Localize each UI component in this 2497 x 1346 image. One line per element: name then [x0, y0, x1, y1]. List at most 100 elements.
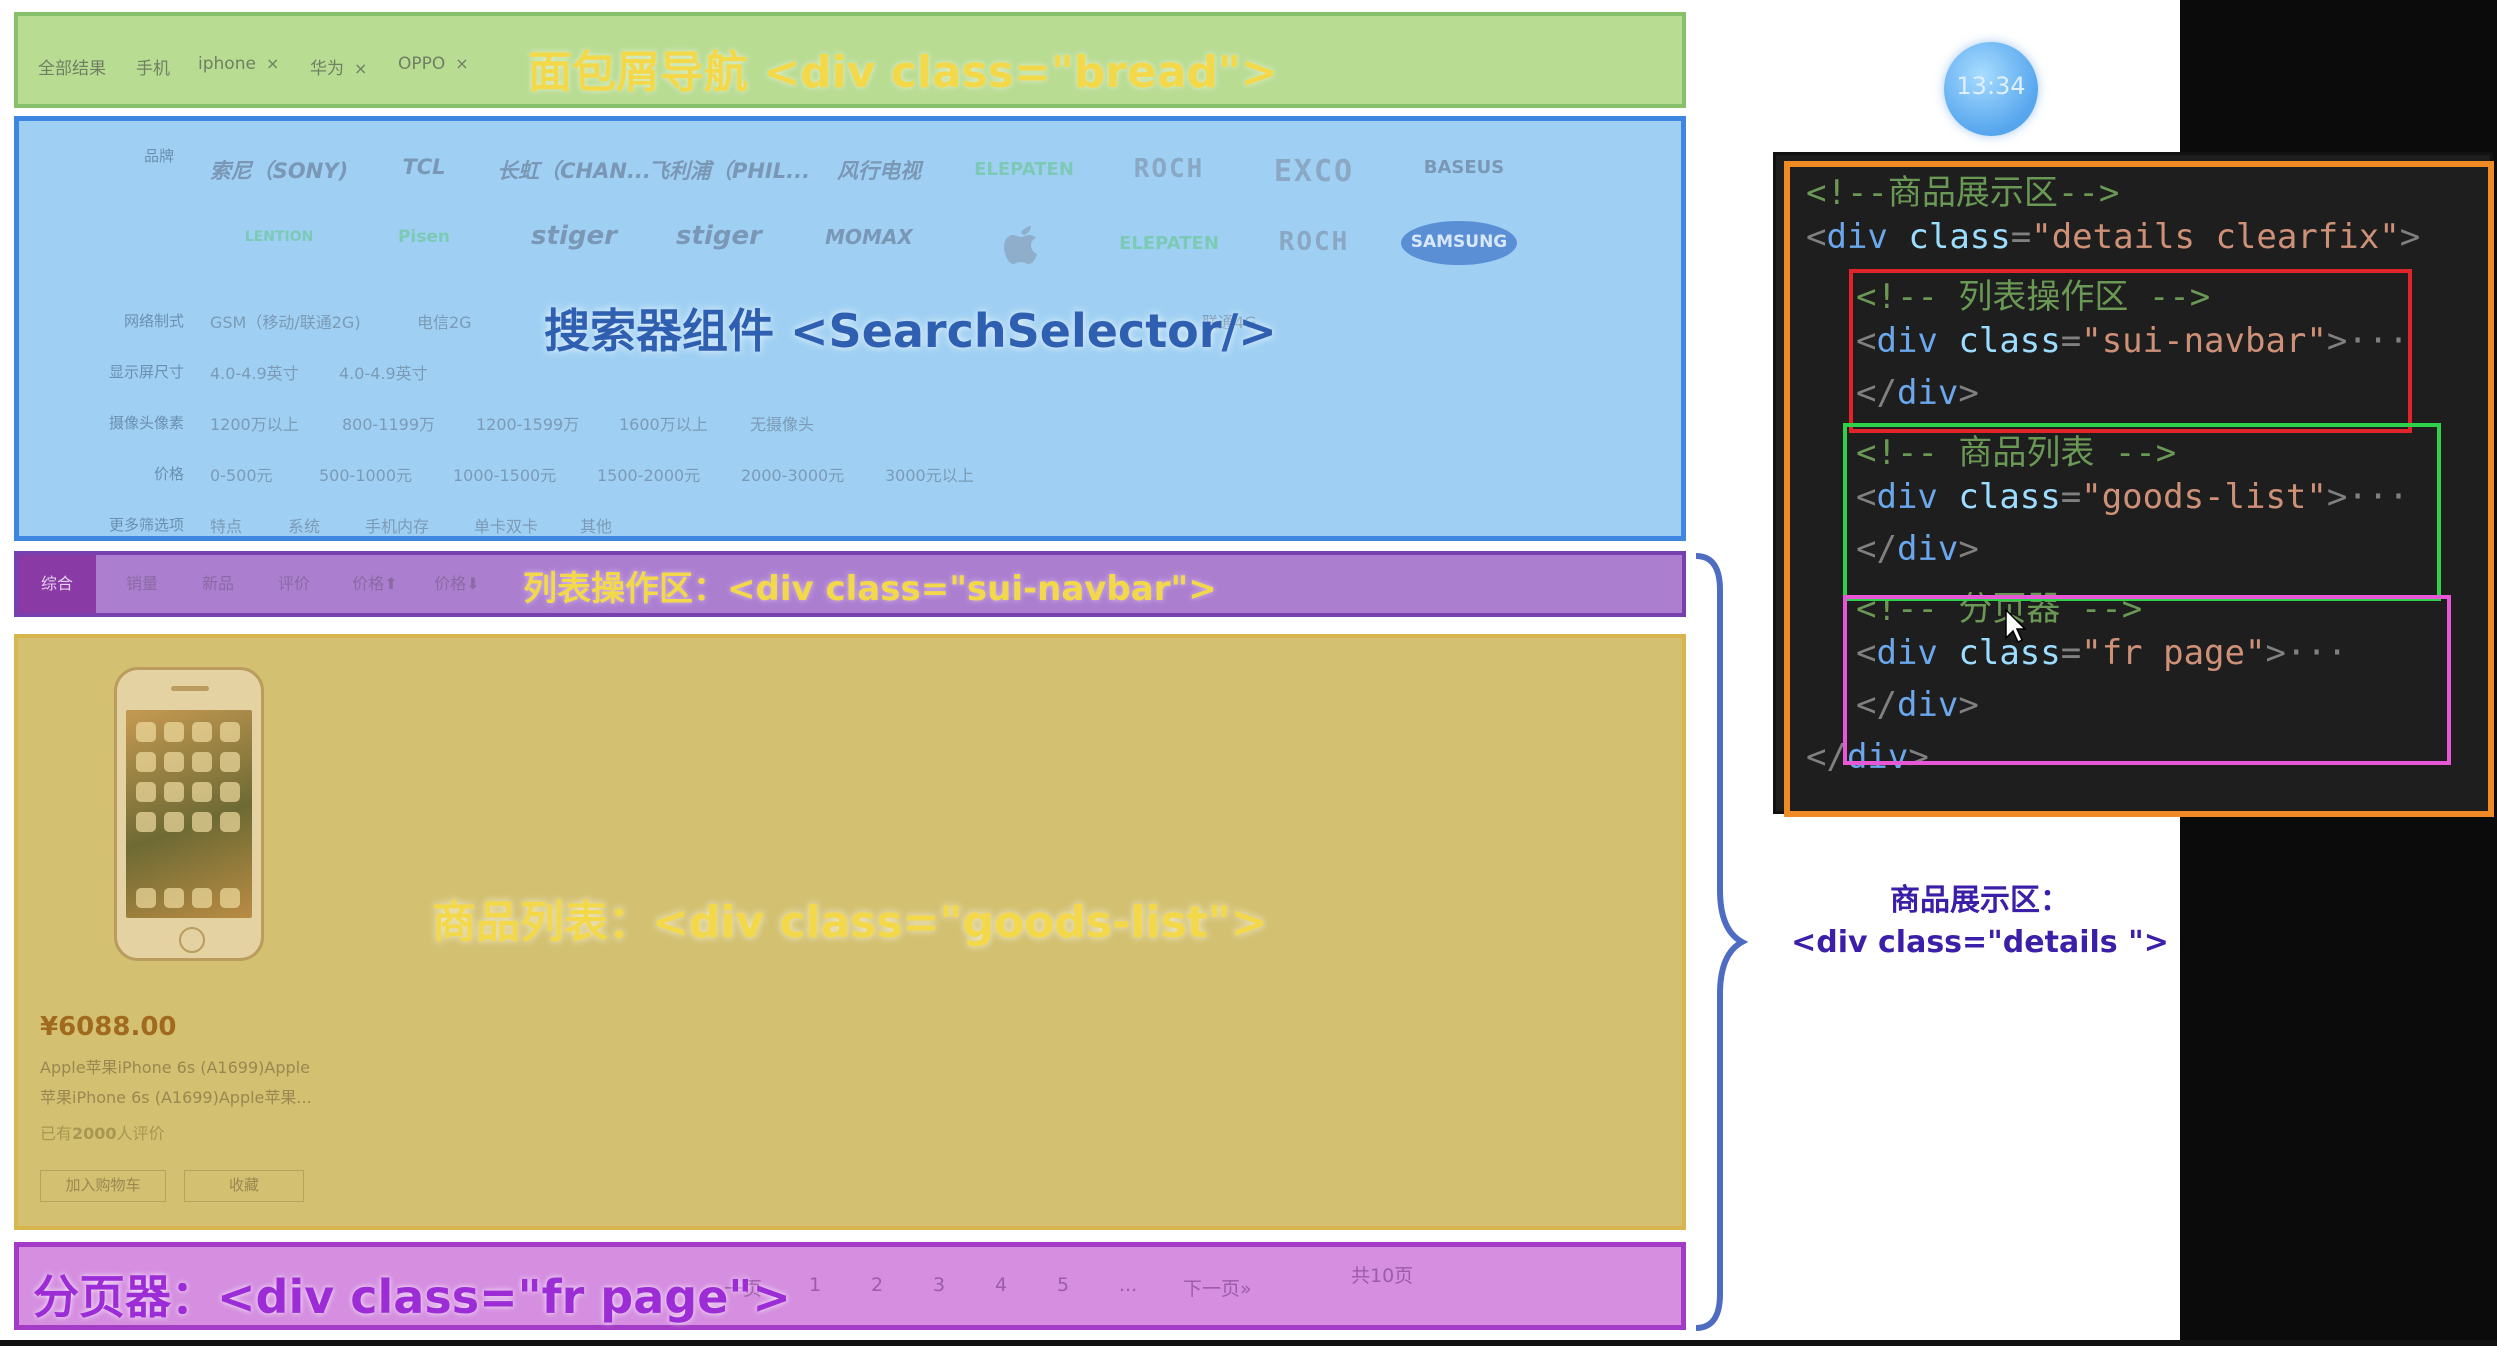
filter-option[interactable]: 特点 [210, 513, 242, 537]
code-line: <div class="details clearfix"> [1806, 217, 2420, 257]
page-button[interactable]: 1 [809, 1274, 821, 1296]
filter-option[interactable]: 1500-2000元 [597, 462, 700, 486]
brand-baseus[interactable]: BASEUS [1394, 157, 1534, 178]
brand-stiger[interactable]: stiger [649, 221, 789, 251]
code-token: > [2399, 217, 2421, 257]
product-price: ¥6088.00 [40, 1012, 177, 1042]
breadcrumb-item[interactable]: 手机 [136, 54, 170, 79]
filter-option[interactable]: 电信2G [417, 309, 472, 333]
product-title[interactable]: Apple苹果iPhone 6s (A1699)Apple 苹果iPhone 6… [40, 1053, 340, 1113]
product-image[interactable] [114, 667, 264, 961]
brand-philips[interactable]: 飞利浦（PHIL... [644, 155, 814, 185]
page-button[interactable]: 2 [871, 1274, 883, 1296]
clock-bubble: 13:34 [1944, 42, 2038, 136]
next-page-button[interactable]: 下一页» [1183, 1274, 1252, 1301]
filter-option[interactable]: 3000元以上 [885, 462, 974, 486]
brand-label: 品牌 [143, 147, 174, 165]
close-icon[interactable]: × [455, 54, 468, 73]
filter-option[interactable]: 无摄像头 [750, 411, 814, 435]
breadcrumb-item[interactable]: 全部结果 [38, 54, 106, 79]
code-token: < [1806, 217, 1827, 257]
goods-list-annotation: 商品列表：<div class="goods-list"> [432, 897, 1268, 948]
page-button[interactable]: 5 [1057, 1274, 1069, 1296]
brand-stiger[interactable]: stiger [504, 221, 644, 251]
brand-changhong[interactable]: 长虹（CHAN... [494, 155, 654, 185]
search-selector-annotation: 搜索器组件 <SearchSelector/> [544, 304, 1277, 358]
filter-label-more: 更多筛选项 [108, 516, 184, 534]
brand-sony[interactable]: 索尼（SONY) [209, 155, 349, 185]
page-button[interactable]: 4 [995, 1274, 1007, 1296]
code-token: <!--商品展示区--> [1806, 173, 2120, 213]
reviews-count: 2000 [72, 1124, 117, 1143]
phone-screen [126, 710, 252, 918]
navbar-highlight-box [1849, 269, 2412, 433]
page-button[interactable]: 3 [933, 1274, 945, 1296]
brand-exco[interactable]: EXCO [1244, 154, 1384, 189]
total-pages: 共10页 [1351, 1265, 1414, 1287]
filter-option[interactable]: 1600万以上 [619, 411, 708, 435]
filter-option[interactable]: 2000-3000元 [741, 462, 844, 486]
brand-roch[interactable]: ROCH [1099, 154, 1239, 184]
filter-option[interactable]: 4.0-4.9英寸 [210, 360, 299, 384]
filter-option[interactable]: 0-500元 [210, 462, 273, 486]
code-line: <!--商品展示区--> [1806, 165, 2119, 214]
add-to-cart-button[interactable]: 加入购物车 [40, 1170, 166, 1202]
code-editor-panel: <!--商品展示区--> <div class="details clearfix… [1773, 152, 2494, 817]
breadcrumb-region: 全部结果 手机 iphone × 华为 × OPPO × 面包屑导航 <div cla… [14, 12, 1686, 108]
code-token: class [1887, 217, 2011, 257]
close-icon[interactable]: × [266, 54, 279, 73]
tab-reviews[interactable]: 评价 [262, 555, 326, 613]
filter-option[interactable]: 1200万以上 [210, 411, 299, 435]
filter-option[interactable]: 其他 [580, 513, 612, 537]
search-selector-region: 品牌 索尼（SONY) TCL 长虹（CHAN... 飞利浦（PHIL... 风… [14, 116, 1686, 541]
tab-price-asc[interactable]: 价格⬆ [336, 555, 414, 613]
filter-option[interactable]: 1200-1599万 [476, 411, 579, 435]
navbar-annotation: 列表操作区：<div class="sui-navbar"> [523, 569, 1217, 609]
tab-new[interactable]: 新品 [186, 555, 250, 613]
filter-option[interactable]: 单卡双卡 [474, 513, 538, 537]
filter-option[interactable]: 系统 [288, 513, 320, 537]
brand-elepaten[interactable]: ELEPATEN [954, 159, 1094, 180]
filter-option[interactable]: 800-1199万 [342, 411, 435, 435]
bottom-edge [0, 1340, 2497, 1346]
reviews-prefix: 已有 [40, 1124, 73, 1143]
favorite-button[interactable]: 收藏 [184, 1170, 304, 1202]
mouse-cursor-icon [2005, 608, 2026, 644]
phone-speaker [171, 686, 209, 691]
filter-option[interactable]: 1000-1500元 [453, 462, 556, 486]
brand-samsung[interactable]: SAMSUNG [1401, 221, 1517, 265]
filter-option[interactable]: 4.0-4.9英寸 [339, 360, 428, 384]
brand-fengxing[interactable]: 风行电视 [809, 155, 949, 185]
pagination-annotation: 分页器：<div class="fr page"> [33, 1270, 791, 1324]
product-reviews: 已有2000人评价 [40, 1120, 165, 1144]
details-annotation: 商品展示区： <div class="details "> [1785, 880, 2175, 964]
breadcrumb-tag-label: 华为 [310, 59, 344, 79]
tab-price-desc[interactable]: 价格⬇ [418, 555, 496, 613]
pager-highlight-box [1843, 595, 2451, 765]
clock-time: 13:34 [1956, 72, 2026, 100]
filter-option[interactable]: 手机内存 [365, 513, 429, 537]
filter-option[interactable]: GSM（移动/联通2G) [210, 309, 361, 333]
breadcrumb-tag: 华为 × [310, 54, 367, 79]
code-token: div [1826, 217, 1888, 257]
code-token: "details clearfix" [2031, 217, 2400, 257]
brand-momax[interactable]: MOMAX [799, 225, 939, 249]
code-token: </ [1806, 737, 1847, 777]
sort-navbar: 综合 销量 新品 评价 价格⬆ 价格⬇ 列表操作区：<div class="su… [14, 551, 1686, 617]
tab-sales[interactable]: 销量 [110, 555, 174, 613]
apple-logo-icon[interactable] [999, 219, 1043, 267]
details-annotation-line: 商品展示区： [1890, 883, 2070, 918]
brand-roch[interactable]: ROCH [1244, 227, 1384, 257]
filter-option[interactable]: 500-1000元 [319, 462, 412, 486]
brand-tcl[interactable]: TCL [354, 155, 494, 179]
breadcrumb-annotation: 面包屑导航 <div class="bread"> [528, 47, 1278, 98]
goods-list-highlight-box [1843, 423, 2441, 601]
code-token: = [2010, 217, 2032, 257]
close-icon[interactable]: × [354, 59, 367, 78]
page-ellipsis: ... [1119, 1274, 1138, 1296]
brand-elepaten[interactable]: ELEPATEN [1099, 233, 1239, 254]
brand-lention[interactable]: LENTION [209, 229, 349, 245]
breadcrumb-tag: iphone × [198, 54, 279, 74]
tab-comprehensive[interactable]: 综合 [18, 555, 96, 613]
brand-pisen[interactable]: Pisen [354, 227, 494, 247]
